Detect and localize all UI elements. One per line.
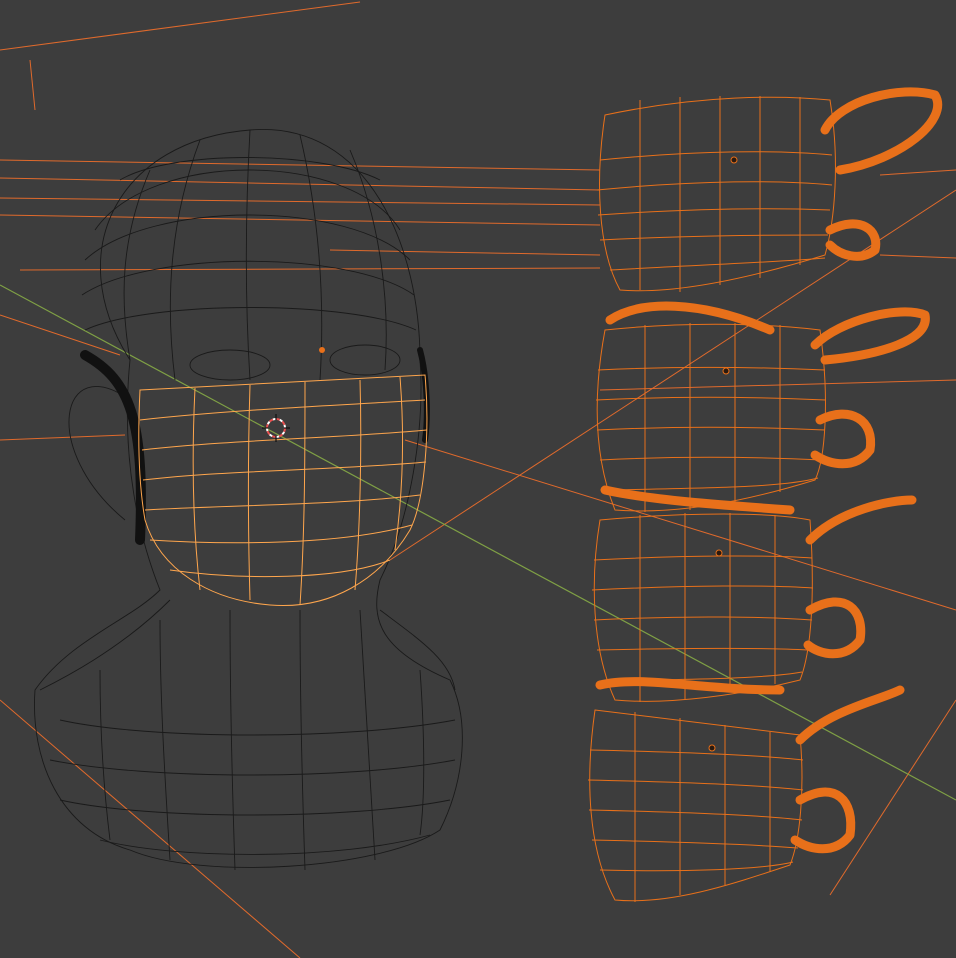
viewport-canvas[interactable] [0, 0, 956, 958]
origin-dot-icon [730, 156, 738, 164]
mask-copy-4[interactable] [587, 677, 905, 902]
mask-mesh-selected[interactable] [138, 374, 428, 607]
origin-dot-icon [708, 744, 716, 752]
origin-dot-icon [722, 367, 730, 375]
origin-dot-icon[interactable] [319, 347, 325, 353]
mask-copy-1[interactable] [596, 87, 943, 292]
mask-copy-2[interactable] [595, 301, 930, 512]
3d-viewport[interactable] [0, 0, 956, 958]
origin-dot-icon [715, 549, 723, 557]
mask-copy-3[interactable] [591, 485, 917, 702]
ear-loop-mesh[interactable] [80, 350, 146, 545]
3d-cursor-icon[interactable] [262, 414, 290, 442]
